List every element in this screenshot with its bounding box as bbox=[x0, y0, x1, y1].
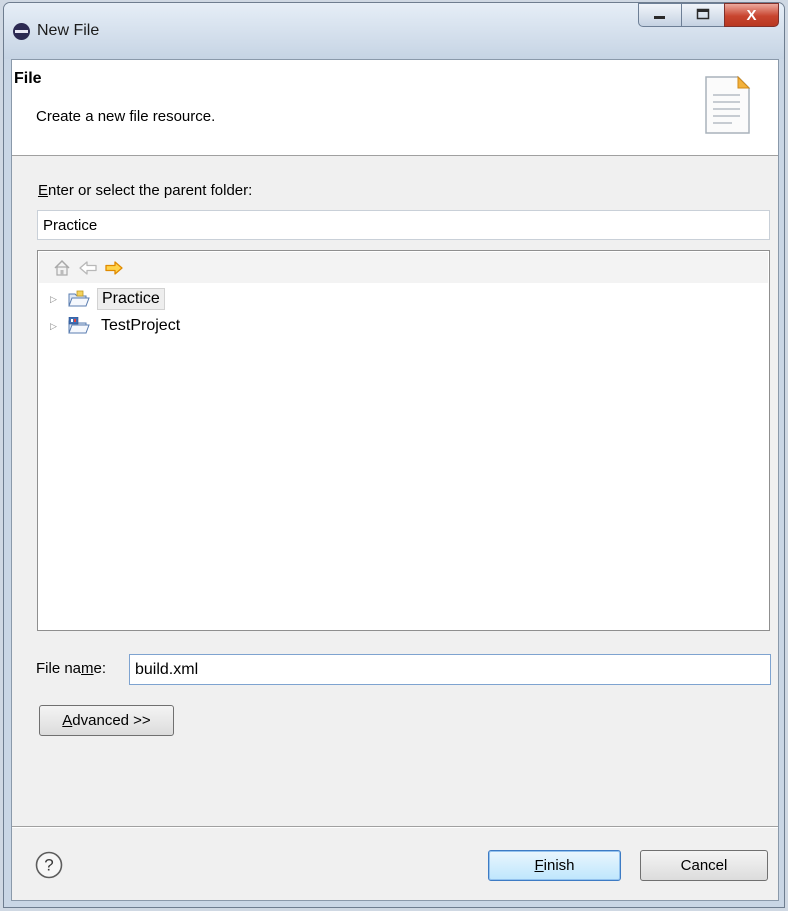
tree-item-label: Practice bbox=[97, 288, 165, 310]
window-controls: X bbox=[638, 3, 779, 27]
close-icon: X bbox=[746, 6, 757, 24]
forward-button[interactable] bbox=[101, 256, 127, 280]
dialog-body: File Create a new file resource. Enter o… bbox=[11, 59, 779, 901]
back-arrow-icon bbox=[79, 260, 97, 275]
page-description: Create a new file resource. bbox=[36, 108, 216, 125]
home-icon bbox=[54, 259, 70, 276]
title-bar[interactable]: New File X bbox=[4, 3, 784, 59]
java-project-icon bbox=[68, 317, 90, 334]
maximize-icon bbox=[696, 8, 710, 20]
advanced-button[interactable]: Advanced >> bbox=[39, 705, 174, 736]
tree-toolbar bbox=[39, 252, 768, 283]
file-name-label: File name: bbox=[36, 660, 107, 677]
new-file-banner-icon bbox=[705, 75, 751, 134]
minimize-icon bbox=[654, 16, 665, 19]
finish-button[interactable]: Finish bbox=[488, 850, 621, 881]
minimize-button[interactable] bbox=[638, 3, 682, 27]
new-file-dialog: New File X File Create a new file resour… bbox=[3, 2, 785, 908]
tree-item-practice[interactable]: ▷ Practice bbox=[38, 286, 165, 312]
back-button[interactable] bbox=[75, 256, 101, 280]
folder-tree[interactable]: ▷ Practice ▷ TestProject bbox=[37, 250, 770, 631]
maximize-button[interactable] bbox=[681, 3, 725, 27]
expand-arrow-icon[interactable]: ▷ bbox=[50, 321, 60, 332]
file-name-input[interactable] bbox=[129, 654, 771, 685]
expand-arrow-icon[interactable]: ▷ bbox=[50, 294, 60, 305]
window-title: New File bbox=[37, 22, 100, 39]
close-button[interactable]: X bbox=[724, 3, 779, 27]
open-folder-icon bbox=[68, 290, 90, 307]
forward-arrow-icon bbox=[105, 260, 123, 275]
wizard-header: File Create a new file resource. bbox=[12, 60, 778, 156]
cancel-button[interactable]: Cancel bbox=[640, 850, 768, 881]
parent-folder-input[interactable] bbox=[37, 210, 770, 240]
help-icon[interactable]: ? bbox=[35, 851, 63, 879]
tree-item-testproject[interactable]: ▷ TestProject bbox=[38, 313, 184, 339]
page-title: File bbox=[14, 70, 42, 87]
svg-text:?: ? bbox=[44, 856, 53, 875]
home-button[interactable] bbox=[49, 256, 75, 280]
footer-separator bbox=[12, 826, 778, 828]
tree-item-label: TestProject bbox=[101, 317, 181, 334]
eclipse-icon bbox=[13, 23, 30, 40]
parent-folder-label: Enter or select the parent folder: bbox=[38, 182, 253, 199]
